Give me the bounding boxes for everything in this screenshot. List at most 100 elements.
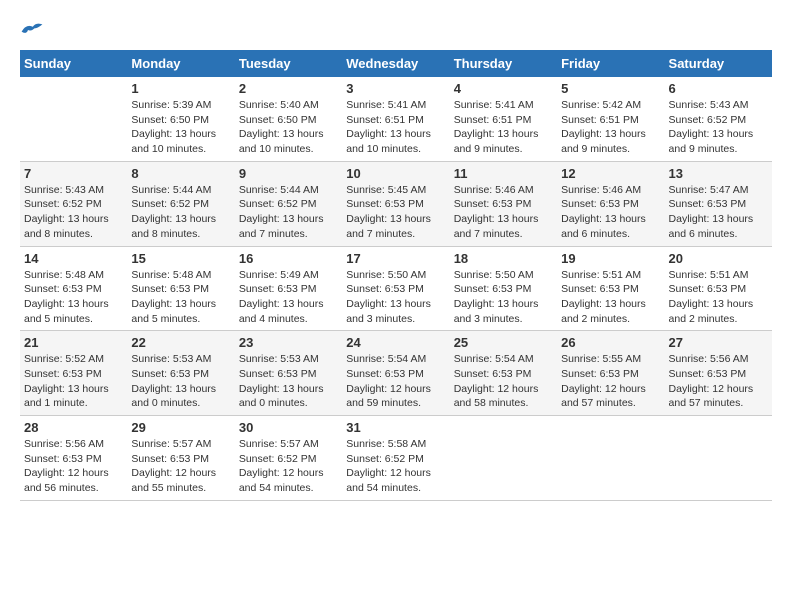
calendar-day-cell: 29 Sunrise: 5:57 AMSunset: 6:53 PMDayligh…: [127, 416, 234, 501]
day-info: Sunrise: 5:55 AMSunset: 6:53 PMDaylight:…: [561, 352, 660, 411]
day-of-week-header: Monday: [127, 50, 234, 77]
calendar-day-cell: 24 Sunrise: 5:54 AMSunset: 6:53 PMDayligh…: [342, 331, 449, 416]
calendar-day-cell: 12 Sunrise: 5:46 AMSunset: 6:53 PMDayligh…: [557, 161, 664, 246]
calendar-day-cell: [450, 416, 557, 501]
day-info: Sunrise: 5:44 AMSunset: 6:52 PMDaylight:…: [239, 183, 338, 242]
day-number: 15: [131, 251, 230, 266]
day-number: 2: [239, 81, 338, 96]
day-info: Sunrise: 5:47 AMSunset: 6:53 PMDaylight:…: [669, 183, 768, 242]
logo: [20, 20, 48, 40]
calendar-day-cell: 28 Sunrise: 5:56 AMSunset: 6:53 PMDayligh…: [20, 416, 127, 501]
day-number: 17: [346, 251, 445, 266]
calendar-day-cell: 25 Sunrise: 5:54 AMSunset: 6:53 PMDayligh…: [450, 331, 557, 416]
day-number: 4: [454, 81, 553, 96]
calendar-day-cell: 2Sunrise: 5:40 AMSunset: 6:50 PMDaylight…: [235, 77, 342, 161]
day-number: 31: [346, 420, 445, 435]
calendar-week-row: 28 Sunrise: 5:56 AMSunset: 6:53 PMDayligh…: [20, 416, 772, 501]
day-of-week-header: Friday: [557, 50, 664, 77]
day-number: 1: [131, 81, 230, 96]
calendar-week-row: 14 Sunrise: 5:48 AMSunset: 6:53 PMDayligh…: [20, 246, 772, 331]
calendar-week-row: 1Sunrise: 5:39 AMSunset: 6:50 PMDaylight…: [20, 77, 772, 161]
calendar-day-cell: 18 Sunrise: 5:50 AMSunset: 6:53 PMDayligh…: [450, 246, 557, 331]
day-number: 24: [346, 335, 445, 350]
day-number: 18: [454, 251, 553, 266]
day-number: 6: [669, 81, 768, 96]
day-info: Sunrise: 5:48 AMSunset: 6:53 PMDaylight:…: [24, 268, 123, 327]
calendar-day-cell: 11Sunrise: 5:46 AMSunset: 6:53 PMDayligh…: [450, 161, 557, 246]
day-number: 22: [131, 335, 230, 350]
day-info: Sunrise: 5:50 AMSunset: 6:53 PMDaylight:…: [346, 268, 445, 327]
calendar-day-cell: 9 Sunrise: 5:44 AMSunset: 6:52 PMDaylight…: [235, 161, 342, 246]
calendar-week-row: 21 Sunrise: 5:52 AMSunset: 6:53 PMDayligh…: [20, 331, 772, 416]
day-number: 27: [669, 335, 768, 350]
calendar-day-cell: 16 Sunrise: 5:49 AMSunset: 6:53 PMDayligh…: [235, 246, 342, 331]
day-info: Sunrise: 5:48 AMSunset: 6:53 PMDaylight:…: [131, 268, 230, 327]
calendar-day-cell: [665, 416, 772, 501]
calendar-day-cell: 20 Sunrise: 5:51 AMSunset: 6:53 PMDayligh…: [665, 246, 772, 331]
day-info: Sunrise: 5:43 AMSunset: 6:52 PMDaylight:…: [24, 183, 123, 242]
day-info: Sunrise: 5:43 AMSunset: 6:52 PMDaylight:…: [669, 98, 768, 157]
day-number: 9: [239, 166, 338, 181]
calendar-table: SundayMondayTuesdayWednesdayThursdayFrid…: [20, 50, 772, 501]
day-number: 10: [346, 166, 445, 181]
day-info: Sunrise: 5:44 AMSunset: 6:52 PMDaylight:…: [131, 183, 230, 242]
calendar-day-cell: 3 Sunrise: 5:41 AMSunset: 6:51 PMDaylight…: [342, 77, 449, 161]
day-info: Sunrise: 5:41 AMSunset: 6:51 PMDaylight:…: [346, 98, 445, 157]
day-number: 3: [346, 81, 445, 96]
calendar-day-cell: 17 Sunrise: 5:50 AMSunset: 6:53 PMDayligh…: [342, 246, 449, 331]
day-info: Sunrise: 5:57 AMSunset: 6:52 PMDaylight:…: [239, 437, 338, 496]
day-info: Sunrise: 5:42 AMSunset: 6:51 PMDaylight:…: [561, 98, 660, 157]
day-info: Sunrise: 5:57 AMSunset: 6:53 PMDaylight:…: [131, 437, 230, 496]
day-number: 5: [561, 81, 660, 96]
day-number: 19: [561, 251, 660, 266]
day-of-week-header: Tuesday: [235, 50, 342, 77]
calendar-day-cell: 21 Sunrise: 5:52 AMSunset: 6:53 PMDayligh…: [20, 331, 127, 416]
calendar-header-row: SundayMondayTuesdayWednesdayThursdayFrid…: [20, 50, 772, 77]
day-number: 8: [131, 166, 230, 181]
calendar-day-cell: 15 Sunrise: 5:48 AMSunset: 6:53 PMDayligh…: [127, 246, 234, 331]
day-of-week-header: Sunday: [20, 50, 127, 77]
calendar-day-cell: 1Sunrise: 5:39 AMSunset: 6:50 PMDaylight…: [127, 77, 234, 161]
day-info: Sunrise: 5:52 AMSunset: 6:53 PMDaylight:…: [24, 352, 123, 411]
day-number: 29: [131, 420, 230, 435]
day-info: Sunrise: 5:56 AMSunset: 6:53 PMDaylight:…: [24, 437, 123, 496]
day-info: Sunrise: 5:49 AMSunset: 6:53 PMDaylight:…: [239, 268, 338, 327]
day-number: 26: [561, 335, 660, 350]
page-header: [20, 20, 772, 40]
calendar-day-cell: 19 Sunrise: 5:51 AMSunset: 6:53 PMDayligh…: [557, 246, 664, 331]
day-info: Sunrise: 5:58 AMSunset: 6:52 PMDaylight:…: [346, 437, 445, 496]
day-info: Sunrise: 5:53 AMSunset: 6:53 PMDaylight:…: [131, 352, 230, 411]
day-number: 21: [24, 335, 123, 350]
day-number: 20: [669, 251, 768, 266]
day-info: Sunrise: 5:56 AMSunset: 6:53 PMDaylight:…: [669, 352, 768, 411]
day-info: Sunrise: 5:46 AMSunset: 6:53 PMDaylight:…: [454, 183, 553, 242]
day-number: 16: [239, 251, 338, 266]
day-number: 12: [561, 166, 660, 181]
day-info: Sunrise: 5:45 AMSunset: 6:53 PMDaylight:…: [346, 183, 445, 242]
calendar-day-cell: 7Sunrise: 5:43 AMSunset: 6:52 PMDaylight…: [20, 161, 127, 246]
day-of-week-header: Saturday: [665, 50, 772, 77]
day-info: Sunrise: 5:41 AMSunset: 6:51 PMDaylight:…: [454, 98, 553, 157]
day-info: Sunrise: 5:54 AMSunset: 6:53 PMDaylight:…: [346, 352, 445, 411]
day-info: Sunrise: 5:51 AMSunset: 6:53 PMDaylight:…: [669, 268, 768, 327]
day-info: Sunrise: 5:51 AMSunset: 6:53 PMDaylight:…: [561, 268, 660, 327]
calendar-day-cell: [20, 77, 127, 161]
calendar-day-cell: 31 Sunrise: 5:58 AMSunset: 6:52 PMDayligh…: [342, 416, 449, 501]
calendar-day-cell: 4 Sunrise: 5:41 AMSunset: 6:51 PMDaylight…: [450, 77, 557, 161]
day-number: 14: [24, 251, 123, 266]
day-info: Sunrise: 5:54 AMSunset: 6:53 PMDaylight:…: [454, 352, 553, 411]
calendar-day-cell: [557, 416, 664, 501]
calendar-day-cell: 30 Sunrise: 5:57 AMSunset: 6:52 PMDayligh…: [235, 416, 342, 501]
calendar-day-cell: 27 Sunrise: 5:56 AMSunset: 6:53 PMDayligh…: [665, 331, 772, 416]
day-info: Sunrise: 5:50 AMSunset: 6:53 PMDaylight:…: [454, 268, 553, 327]
day-number: 13: [669, 166, 768, 181]
day-number: 28: [24, 420, 123, 435]
calendar-day-cell: 13 Sunrise: 5:47 AMSunset: 6:53 PMDayligh…: [665, 161, 772, 246]
day-info: Sunrise: 5:46 AMSunset: 6:53 PMDaylight:…: [561, 183, 660, 242]
day-number: 25: [454, 335, 553, 350]
calendar-day-cell: 5 Sunrise: 5:42 AMSunset: 6:51 PMDaylight…: [557, 77, 664, 161]
day-of-week-header: Thursday: [450, 50, 557, 77]
calendar-day-cell: 23Sunrise: 5:53 AMSunset: 6:53 PMDayligh…: [235, 331, 342, 416]
day-number: 30: [239, 420, 338, 435]
calendar-day-cell: 6 Sunrise: 5:43 AMSunset: 6:52 PMDaylight…: [665, 77, 772, 161]
